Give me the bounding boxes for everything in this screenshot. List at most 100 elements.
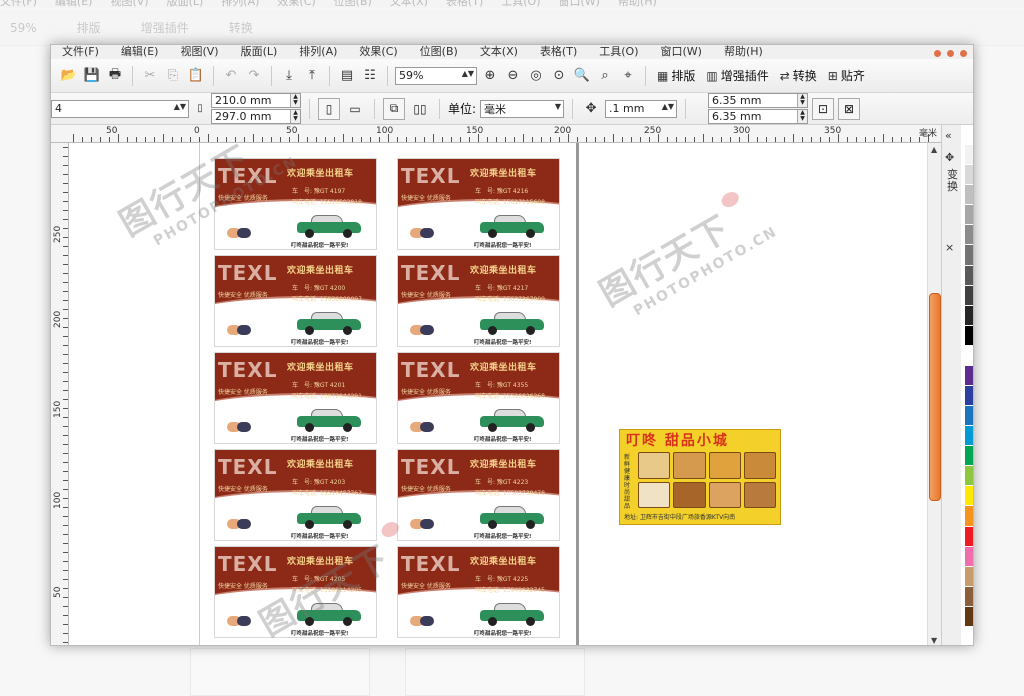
convert-button[interactable]: ⇄ 转换 [776,67,821,84]
palette-swatch[interactable] [965,386,973,407]
menu-item[interactable]: 工具(O) [588,46,649,57]
zoom-height-icon[interactable]: ⌖ [618,66,638,86]
palette-swatch[interactable] [965,586,973,607]
color-palette[interactable] [965,125,973,645]
menu-item[interactable]: 视图(V) [169,46,229,57]
print-icon[interactable]: 🖶 [105,66,125,86]
taxi-card[interactable]: TEXL 欢迎乘坐出租车 快捷安全 优质服务 车 号: 豫GT 4203 叫车电… [214,449,377,541]
horizontal-ruler[interactable]: 50050100150200250300350毫米 [51,125,941,143]
scroll-down-icon[interactable]: ▼ [931,636,937,645]
palette-swatch[interactable] [965,285,973,306]
taxi-card[interactable]: TEXL 欢迎乘坐出租车 快捷安全 优质服务 车 号: 豫GT 4205 叫车电… [214,546,377,638]
drawing-canvas[interactable]: TEXL 欢迎乘坐出租车 快捷安全 优质服务 车 号: 豫GT 4197 叫车电… [69,143,927,645]
spin-icon[interactable]: ▲ ▼ [290,94,300,107]
spin-icon[interactable]: ▲ ▼ [290,110,300,123]
zoom-page-icon[interactable]: 🔍 [572,66,592,86]
treat-as-filled-button[interactable]: ⊡ [812,97,835,120]
menu-item[interactable]: 排列(A) [288,46,348,57]
zoom-all-icon[interactable]: ⊙ [549,66,569,86]
menu-item[interactable]: 版面(L) [230,46,289,57]
collapse-docker-icon[interactable]: « [945,129,952,142]
save-icon[interactable]: 💾 [82,66,102,86]
menu-item[interactable]: 窗口(W) [650,46,713,57]
palette-swatch[interactable] [965,466,973,487]
transform-icon[interactable]: ✥ [945,151,954,164]
window-control-dot[interactable] [960,50,967,57]
export-icon[interactable]: ⤒ [302,66,322,86]
taxi-card[interactable]: TEXL 欢迎乘坐出租车 快捷安全 优质服务 车 号: 豫GT 4216 叫车电… [397,158,560,250]
close-docker-icon[interactable]: × [945,241,954,254]
palette-swatch[interactable] [965,546,973,567]
unit-combo[interactable]: 毫米 ▼ [480,99,565,118]
window-control-dot[interactable] [934,50,941,57]
palette-swatch[interactable] [965,145,973,166]
palette-swatch[interactable] [965,626,973,645]
dessert-promo-card[interactable]: 叮咚 甜品小城 新鲜健康 时尚甜品 地址: 卫辉市吉街中段广场旅香源KTV向南 [619,429,781,525]
zoom-width-icon[interactable]: ⌕ [595,66,615,86]
plugin-button[interactable]: ▥ 增强插件 [702,67,772,84]
palette-swatch[interactable] [965,245,973,266]
scroll-up-icon[interactable]: ▲ [931,145,937,154]
menu-item[interactable]: 帮助(H) [713,46,774,57]
palette-swatch[interactable] [965,185,973,206]
spin-icon[interactable]: ▲ ▼ [797,94,808,107]
options-button[interactable]: ⊠ [838,97,861,120]
snap-button[interactable]: ⊞ 贴齐 [824,67,869,84]
docker-tab-label[interactable]: 变换 [947,169,959,193]
undo-icon[interactable]: ↶ [221,66,241,86]
menu-item[interactable]: 效果(C) [348,46,408,57]
palette-swatch[interactable] [965,305,973,326]
all-pages-button[interactable]: ⧉ [383,97,405,120]
duplicate-y-field[interactable]: 6.35 mm ▲ ▼ [708,109,809,124]
current-page-button[interactable]: ▯▯ [409,98,431,120]
palette-swatch[interactable] [965,125,973,146]
palette-swatch[interactable] [965,526,973,547]
menu-item[interactable]: 编辑(E) [110,46,170,57]
taxi-card[interactable]: TEXL 欢迎乘坐出租车 快捷安全 优质服务 车 号: 豫GT 4200 叫车电… [214,255,377,347]
redo-icon[interactable]: ↷ [244,66,264,86]
dropdown-arrow-icon[interactable]: ▼ [555,102,561,111]
vertical-ruler[interactable]: 250 200 150 100 50 [51,143,69,645]
taxi-card[interactable]: TEXL 欢迎乘坐出租车 快捷安全 优质服务 车 号: 豫GT 4201 叫车电… [214,352,377,444]
palette-swatch[interactable] [965,606,973,627]
palette-swatch[interactable] [965,406,973,427]
palette-swatch[interactable] [965,486,973,507]
palette-swatch[interactable] [965,265,973,286]
layout-button[interactable]: ▦ 排版 [653,67,699,84]
app-launcher-icon[interactable]: ☷ [360,66,380,86]
palette-swatch[interactable] [965,506,973,527]
menu-item[interactable]: 文本(X) [469,46,529,57]
palette-swatch[interactable] [965,365,973,387]
palette-swatch[interactable] [965,225,973,246]
spin-arrows-icon[interactable]: ▲▼ [174,102,186,111]
spin-arrows-icon[interactable]: ▲▼ [662,102,674,111]
taxi-card[interactable]: TEXL 欢迎乘坐出租车 快捷安全 优质服务 车 号: 豫GT 4197 叫车电… [214,158,377,250]
palette-swatch[interactable] [965,345,973,366]
taxi-card[interactable]: TEXL 欢迎乘坐出租车 快捷安全 优质服务 车 号: 豫GT 4217 叫车电… [397,255,560,347]
publish-pdf-icon[interactable]: ▤ [337,66,357,86]
taxi-card[interactable]: TEXL 欢迎乘坐出租车 快捷安全 优质服务 车 号: 豫GT 4225 叫车电… [397,546,560,638]
taxi-card[interactable]: TEXL 欢迎乘坐出租车 快捷安全 优质服务 车 号: 豫GT 4355 叫车电… [397,352,560,444]
taxi-card[interactable]: TEXL 欢迎乘坐出租车 快捷安全 优质服务 车 号: 豫GT 4223 叫车电… [397,449,560,541]
palette-swatch[interactable] [965,426,973,447]
window-control-dot[interactable] [947,50,954,57]
palette-swatch[interactable] [965,446,973,467]
zoom-selected-icon[interactable]: ◎ [526,66,546,86]
palette-swatch[interactable] [965,205,973,226]
palette-swatch[interactable] [965,325,973,346]
vertical-scrollbar[interactable]: ▲ ▼ [927,143,941,645]
copy-icon[interactable]: ⎘ [163,66,183,86]
landscape-button[interactable]: ▭ [344,98,366,120]
portrait-button[interactable]: ▯ [318,97,340,120]
duplicate-x-field[interactable]: 6.35 mm ▲ ▼ [708,93,809,108]
open-icon[interactable]: 📂 [59,66,79,86]
page-height-field[interactable]: 297.0 mm ▲ ▼ [211,109,301,124]
zoom-in-icon[interactable]: ⊕ [480,66,500,86]
page-width-field[interactable]: 210.0 mm ▲ ▼ [211,93,301,108]
menu-item[interactable]: 文件(F) [51,46,110,57]
scroll-thumb[interactable] [929,293,941,501]
import-icon[interactable]: ⤓ [279,66,299,86]
menu-item[interactable]: 位图(B) [409,46,469,57]
cut-icon[interactable]: ✂ [140,66,160,86]
palette-swatch[interactable] [965,165,973,186]
